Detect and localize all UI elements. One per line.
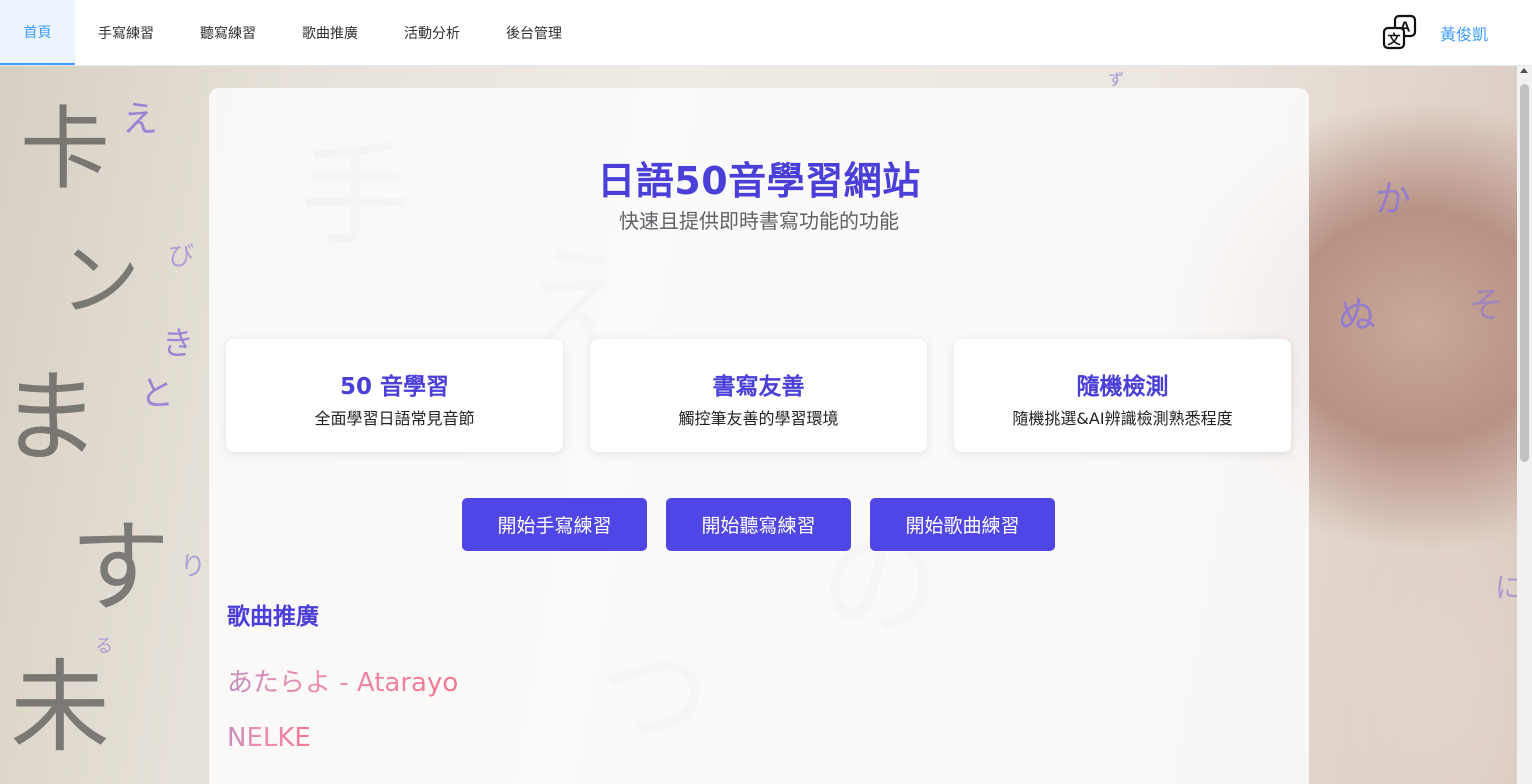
feature-title: 書寫友善: [712, 374, 805, 400]
nav-item-analytics[interactable]: 活動分析: [381, 0, 483, 65]
svg-text:文: 文: [1387, 32, 1401, 48]
feature-title: 50 音學習: [339, 374, 449, 400]
page-title: 日語50音學習網站: [597, 159, 921, 203]
nav-item-handwriting[interactable]: 手寫練習: [75, 0, 177, 65]
user-name-link[interactable]: 黃俊凱: [1440, 21, 1488, 45]
start-song-button[interactable]: 開始歌曲練習: [870, 498, 1055, 551]
start-dictation-button[interactable]: 開始聽寫練習: [666, 498, 851, 551]
feature-card-50-sounds: 50 音學習 全面學習日語常見音節: [226, 339, 563, 452]
scroll-thumb[interactable]: [1520, 84, 1529, 462]
songs-heading: 歌曲推廣: [227, 604, 319, 630]
song-item[interactable]: あたらよ - Atarayo: [227, 662, 458, 699]
feature-card-writing: 書寫友善 觸控筆友善的學習環境: [590, 339, 927, 452]
nav-item-dictation[interactable]: 聽寫練習: [177, 0, 279, 65]
page-scrollbar[interactable]: [1517, 66, 1532, 784]
start-handwriting-button[interactable]: 開始手寫練習: [462, 498, 647, 551]
feature-card-random-test: 隨機檢測 隨機挑選&AI辨識檢測熟悉程度: [954, 339, 1291, 452]
nav-item-songs[interactable]: 歌曲推廣: [279, 0, 381, 65]
nav-item-admin[interactable]: 後台管理: [483, 0, 585, 65]
nav-right: A 文 黃俊凱: [1380, 0, 1488, 65]
feature-desc: 全面學習日語常見音節: [314, 409, 475, 428]
feature-desc: 隨機挑選&AI辨識檢測熟悉程度: [1012, 409, 1233, 428]
song-item[interactable]: NELKE: [227, 723, 311, 753]
top-nav: 首頁 手寫練習 聽寫練習 歌曲推廣 活動分析 後台管理 A 文 黃俊凱: [0, 0, 1532, 66]
scroll-up-arrow-icon[interactable]: [1520, 68, 1528, 73]
feature-title: 隨機檢測: [1076, 374, 1169, 400]
page-subtitle: 快速且提供即時書寫功能的功能: [619, 209, 899, 233]
main-panel: 日語50音學習網站 快速且提供即時書寫功能的功能 50 音學習 全面學習日語常見…: [209, 88, 1309, 784]
nav-item-home[interactable]: 首頁: [0, 0, 75, 65]
feature-desc: 觸控筆友善的學習環境: [678, 409, 839, 428]
translate-icon[interactable]: A 文: [1380, 13, 1420, 53]
